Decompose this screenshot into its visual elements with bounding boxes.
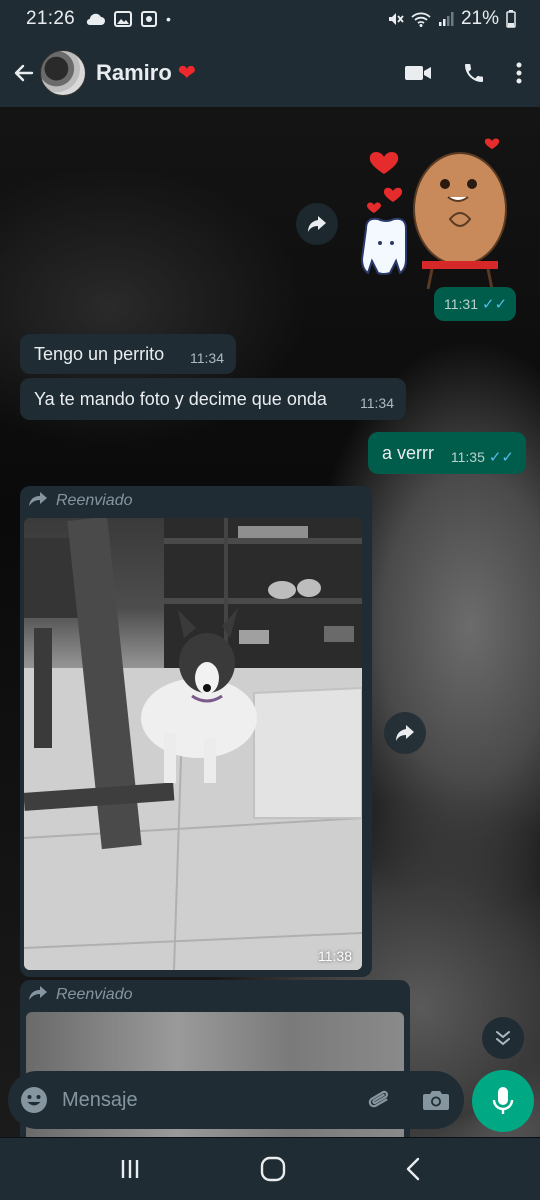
message-text: Ya te mando foto y decime que onda: [34, 388, 327, 409]
avatar[interactable]: [40, 49, 86, 96]
forwarded-text: Reenviado: [56, 492, 133, 509]
sticker[interactable]: [360, 129, 510, 299]
mute-icon: [386, 10, 404, 28]
forwarded-icon: [28, 491, 48, 512]
message-incoming[interactable]: Ya te mando foto y decime que onda 11:34: [20, 378, 406, 420]
camera-icon[interactable]: [422, 1088, 450, 1112]
battery-text: 21%: [460, 8, 499, 29]
more-options-icon[interactable]: [516, 62, 522, 84]
photo-time: 11:38: [318, 948, 352, 964]
message-text: a verrr: [382, 442, 435, 463]
chat-header: Ramiro ❤: [0, 38, 540, 107]
forward-icon[interactable]: [384, 712, 426, 754]
composer-actions: [366, 1086, 450, 1114]
scroll-to-bottom-button[interactable]: [482, 1017, 524, 1059]
status-time: 21:26: [26, 8, 76, 29]
chat-area[interactable]: 11:31 ✓✓ Tengo un perrito 11:34 Ya te ma…: [0, 107, 540, 1137]
sticker-meta: 11:31 ✓✓: [434, 287, 516, 321]
forward-icon[interactable]: [296, 203, 338, 245]
contact-name[interactable]: Ramiro: [96, 60, 172, 86]
message-incoming[interactable]: Tengo un perrito 11:34: [20, 334, 236, 374]
phone-call-icon[interactable]: [462, 61, 486, 85]
status-icons-right: 21%: [386, 8, 516, 30]
battery-icon: [506, 10, 516, 28]
attach-icon[interactable]: [366, 1086, 394, 1114]
message-input[interactable]: [62, 1088, 366, 1112]
emoji-icon[interactable]: [20, 1086, 48, 1114]
forwarded-text: Reenviado: [56, 986, 133, 1003]
wifi-icon: [411, 11, 431, 27]
gallery-icon: [114, 11, 133, 27]
back-arrow-icon[interactable]: [8, 53, 40, 93]
forwarded-label: Reenviado: [20, 486, 372, 516]
message-time: 11:35: [450, 449, 485, 465]
recent-apps-icon[interactable]: [119, 1158, 141, 1180]
message-composer: [8, 1071, 464, 1129]
photo-message[interactable]: Reenviado: [20, 486, 372, 977]
status-icons-left: •: [85, 11, 171, 27]
header-actions: [404, 61, 530, 85]
system-nav-bar: [0, 1138, 540, 1200]
status-bar: 21:26 • 21%: [0, 0, 540, 38]
message-outgoing[interactable]: a verrr 11:35 ✓✓: [368, 432, 526, 474]
message-time: 11:34: [360, 395, 394, 411]
forwarded-icon: [28, 985, 48, 1006]
status-dot: •: [166, 11, 171, 27]
message-text: Tengo un perrito: [34, 343, 165, 364]
dog-photo[interactable]: 11:38: [24, 518, 362, 970]
back-icon[interactable]: [405, 1157, 421, 1181]
heart-emoji: ❤: [177, 59, 197, 85]
message-time: 11:31: [444, 296, 478, 312]
signal-icon: [438, 11, 454, 27]
app-icon: [141, 11, 158, 27]
mic-icon[interactable]: [472, 1070, 534, 1132]
forwarded-label: Reenviado: [20, 980, 410, 1010]
read-ticks-icon: ✓✓: [482, 296, 508, 313]
cloud-icon: [85, 12, 106, 26]
message-time: 11:34: [190, 350, 224, 366]
video-call-icon[interactable]: [404, 63, 432, 83]
home-icon[interactable]: [260, 1156, 286, 1182]
read-ticks-icon: ✓✓: [488, 449, 514, 466]
